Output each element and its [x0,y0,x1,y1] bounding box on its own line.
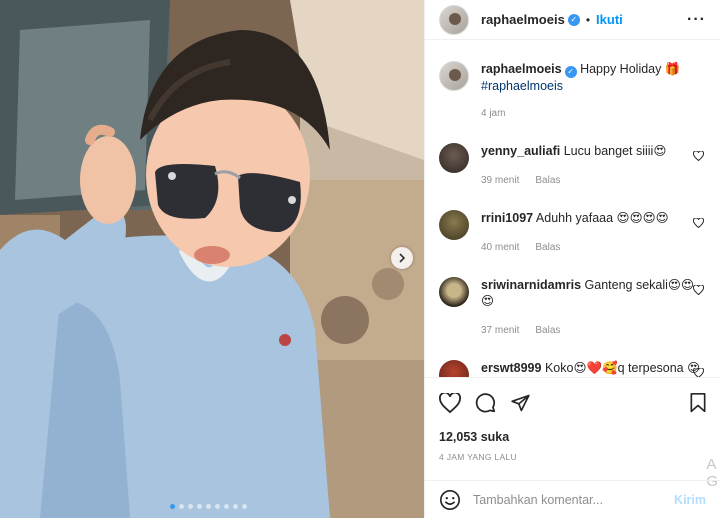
comment-item: erswt8999 Koko😍❤️🥰q terpesona 😍 [439,360,706,377]
action-bar [439,392,707,413]
follow-button[interactable]: Ikuti [596,12,623,27]
comment-avatar[interactable] [439,210,469,240]
caption-username[interactable]: raphaelmoeis [481,62,562,76]
carousel-dot [170,504,175,509]
reply-button[interactable]: Balas [535,323,560,339]
comment-item: rrini1097 Aduhh yafaaa 😍😍😍😍 40 menit Bala… [439,210,706,256]
carousel-dot [233,504,238,509]
like-comment-heart-icon[interactable] [693,218,704,228]
comment-username[interactable]: erswt8999 [481,361,541,375]
post-sidebar: raphaelmoeis ✓ • Ikuti ··· raphaelmoeis ✓… [424,0,720,518]
bookmark-icon[interactable] [689,392,707,413]
comment-time: 37 menit [481,325,520,336]
carousel-dot [242,504,247,509]
comment-input[interactable] [473,492,675,507]
separator-dot: • [585,12,591,27]
caption: raphaelmoeis ✓ Happy Holiday 🎁 #raphaelmo… [439,61,706,122]
carousel-dot [197,504,202,509]
like-count[interactable]: 12,053 suka [439,430,509,444]
comment-avatar[interactable] [439,360,469,377]
heart-icon[interactable] [439,392,461,413]
comment-time: 39 menit [481,175,520,186]
caption-text: Happy Holiday 🎁 [580,62,681,76]
like-comment-heart-icon[interactable] [693,368,704,377]
carousel-dot [179,504,184,509]
comment-item: yenny_auliafi Lucu banget siiii😍 39 meni… [439,143,706,189]
comment-avatar[interactable] [439,143,469,173]
next-photo-button[interactable] [391,247,413,269]
divider [425,377,720,378]
carousel-dot [224,504,229,509]
comment-time: 40 menit [481,242,520,253]
carousel-dot [215,504,220,509]
emoji-icon[interactable] [439,489,461,511]
reply-button[interactable]: Balas [535,173,560,189]
comment-username[interactable]: yenny_auliafi [481,144,560,158]
avatar[interactable] [439,4,469,35]
header-username[interactable]: raphaelmoeis [481,12,565,27]
post-photo[interactable] [0,0,424,518]
more-icon[interactable]: ··· [687,11,706,29]
carousel-dot [188,504,193,509]
comment-icon[interactable] [475,392,496,413]
chevron-right-icon [399,253,406,263]
reply-button[interactable]: Balas [535,240,560,256]
carousel-dot [206,504,211,509]
comment-text: Aduhh yafaaa 😍😍😍😍 [535,211,669,225]
post-timestamp: 4 JAM YANG LALU [439,452,517,462]
photo-image [0,0,424,518]
instagram-post: raphaelmoeis ✓ • Ikuti ··· raphaelmoeis ✓… [0,0,720,518]
comment-username[interactable]: rrini1097 [481,211,533,225]
like-comment-heart-icon[interactable] [693,285,704,295]
like-comment-heart-icon[interactable] [693,151,704,161]
comment-item: sriwinarnidamris Ganteng sekali😍😍😍 37 me… [439,277,706,339]
add-comment-bar: Kirim [425,480,720,518]
share-icon[interactable] [510,393,531,413]
comment-text: Koko😍❤️🥰q terpesona 😍 [544,361,701,375]
post-header: raphaelmoeis ✓ • Ikuti ··· [425,0,720,40]
comments-list[interactable]: raphaelmoeis ✓ Happy Holiday 🎁 #raphaelmo… [425,41,720,377]
verified-badge-icon: ✓ [567,13,580,26]
caption-avatar[interactable] [439,61,469,91]
caption-hashtag[interactable]: #raphaelmoeis [481,79,563,93]
caption-time: 4 jam [481,108,506,119]
verified-badge-icon: ✓ [564,66,577,78]
comment-username[interactable]: sriwinarnidamris [481,278,581,292]
comment-avatar[interactable] [439,277,469,307]
comment-text: Lucu banget siiii😍 [563,144,667,158]
carousel-indicator [170,504,247,509]
post-comment-button[interactable]: Kirim [674,493,706,507]
